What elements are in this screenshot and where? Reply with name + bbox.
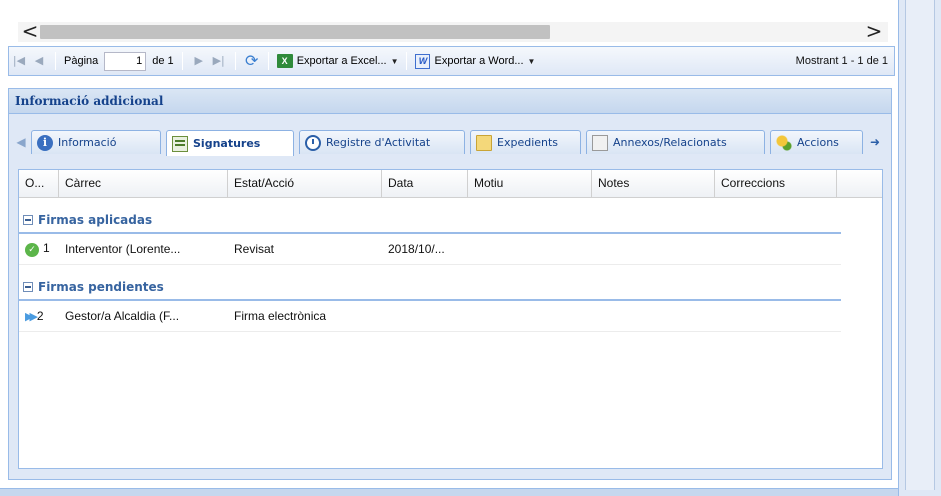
data-cell: 2018/10/...: [388, 242, 445, 256]
tab-informacio[interactable]: i Informació: [31, 130, 161, 154]
prev-page-button[interactable]: ◀: [29, 50, 49, 72]
toolbar-separator: [267, 52, 269, 70]
tab-label: Expedients: [497, 136, 559, 149]
export-excel-button[interactable]: X Exportar a Excel... ▼: [275, 50, 401, 72]
tab-expedients[interactable]: Expedients: [470, 130, 581, 154]
tab-scroll-left-icon[interactable]: ◀: [13, 133, 29, 151]
tab-label: Accions: [797, 136, 839, 149]
scroll-right-arrow-icon[interactable]: >: [864, 21, 884, 42]
next-page-icon: ▶: [194, 54, 203, 67]
tab-registre-activitat[interactable]: Registre d'Activitat: [299, 130, 465, 154]
refresh-icon: ⟳: [244, 51, 259, 70]
estat-cell: Firma electrònica: [234, 309, 327, 323]
toolbar-separator: [406, 52, 408, 70]
export-word-label: Exportar a Word...: [434, 55, 524, 67]
paging-display-text: Mostrant 1 - 1 de 1: [795, 55, 888, 67]
paging-toolbar: |◀ ◀ Pàgina de 1 ▶ ▶| ⟳ X Exportar a Exc…: [8, 46, 895, 76]
toolbar-separator: [234, 52, 236, 70]
info-icon: i: [37, 134, 53, 151]
last-page-button[interactable]: ▶|: [209, 50, 229, 72]
carrec-cell: Interventor (Lorente...: [65, 242, 181, 256]
column-header-carrec[interactable]: Càrrec: [59, 170, 228, 197]
order-value: 1: [43, 241, 50, 255]
export-excel-label: Exportar a Excel...: [296, 55, 387, 67]
table-row[interactable]: ▶▶ 2 Gestor/a Alcaldia (F... Firma electr…: [19, 301, 841, 332]
tab-scroll-right-icon[interactable]: ➜: [867, 133, 883, 151]
excel-icon: X: [276, 54, 293, 68]
group-title: Firmas pendientes: [38, 280, 164, 294]
order-value: 2: [36, 309, 44, 323]
column-header-order[interactable]: O...: [19, 170, 59, 197]
scrollbar-thumb[interactable]: [40, 25, 550, 39]
horizontal-scrollbar[interactable]: < >: [18, 21, 888, 42]
toolbar-separator: [181, 52, 183, 70]
last-page-icon: ▶|: [212, 54, 225, 67]
tab-label: Registre d'Activitat: [326, 136, 431, 149]
signatures-grid: O... Càrrec Estat/Acció Data Motiu Notes…: [18, 169, 883, 469]
first-page-button[interactable]: |◀: [9, 50, 29, 72]
group-header[interactable]: Firmas aplicadas: [19, 208, 841, 234]
export-word-button[interactable]: W Exportar a Word... ▼: [413, 50, 537, 72]
page-count-label: de 1: [152, 55, 174, 67]
scroll-left-arrow-icon[interactable]: <: [20, 21, 40, 42]
side-panel: [898, 0, 941, 496]
signature-icon: [172, 135, 188, 152]
group-title: Firmas aplicadas: [38, 213, 153, 227]
toolbar-separator: [55, 52, 56, 70]
tab-label: Informació: [58, 136, 117, 149]
prev-page-icon: ◀: [34, 54, 44, 67]
order-cell: ✓ 1: [19, 241, 59, 257]
collapse-icon[interactable]: [23, 282, 33, 292]
carrec-cell: Gestor/a Alcaldia (F...: [65, 309, 180, 323]
check-circle-icon: ✓: [25, 243, 39, 257]
next-page-button[interactable]: ▶: [189, 50, 209, 72]
tab-label: Signatures: [193, 137, 261, 150]
grid-header: O... Càrrec Estat/Acció Data Motiu Notes…: [19, 170, 882, 198]
column-header-data[interactable]: Data: [382, 170, 468, 197]
tab-annexos-relacionats[interactable]: Annexos/Relacionats: [586, 130, 765, 154]
chevron-down-icon: ▼: [527, 56, 536, 66]
table-row[interactable]: ✓ 1 Interventor (Lorente... Revisat 2018/…: [19, 234, 841, 265]
documents-icon: [592, 134, 608, 151]
collapse-icon[interactable]: [23, 215, 33, 225]
bottom-strip: [0, 488, 898, 496]
page-number-input[interactable]: [104, 51, 147, 71]
column-header-notes[interactable]: Notes: [592, 170, 715, 197]
side-panel-collapsed[interactable]: [905, 0, 935, 490]
folder-icon: [476, 134, 492, 151]
additional-info-panel: Informació addicional ◀ i Informació Sig…: [8, 88, 892, 480]
clock-icon: [305, 134, 321, 151]
refresh-button[interactable]: ⟳: [242, 50, 262, 72]
word-icon: W: [415, 53, 431, 69]
first-page-icon: |◀: [12, 54, 26, 67]
coins-icon: [776, 134, 792, 151]
double-arrow-right-icon: ▶▶: [25, 310, 38, 323]
chevron-down-icon: ▼: [390, 56, 399, 66]
tab-signatures[interactable]: Signatures: [166, 130, 294, 156]
tab-label: Annexos/Relacionats: [613, 136, 727, 149]
estat-cell: Revisat: [234, 242, 275, 256]
order-cell: ▶▶ 2: [19, 309, 59, 323]
tab-accions[interactable]: Accions: [770, 130, 863, 154]
column-header-correccions[interactable]: Correccions: [715, 170, 837, 197]
panel-title: Informació addicional: [9, 89, 891, 114]
column-header-estat[interactable]: Estat/Acció: [228, 170, 382, 197]
page-label: Pàgina: [64, 55, 99, 67]
column-header-motiu[interactable]: Motiu: [468, 170, 592, 197]
tab-bar: ◀ i Informació Signatures Registre d'Act…: [9, 127, 891, 157]
group-header[interactable]: Firmas pendientes: [19, 275, 841, 301]
